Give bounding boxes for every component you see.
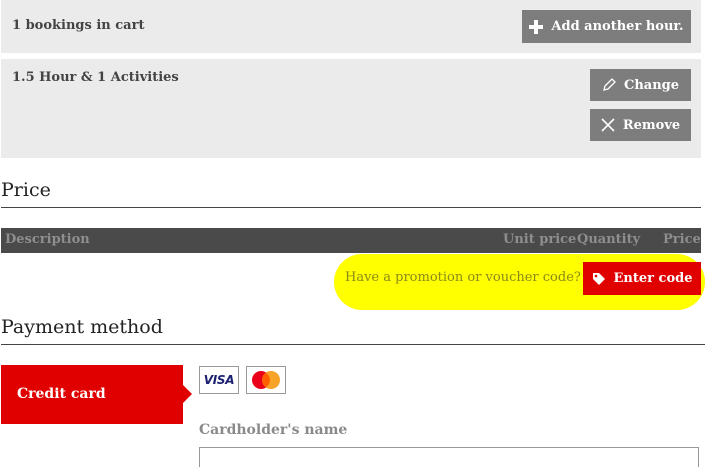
cardholder-name-input[interactable] <box>199 447 699 467</box>
price-heading: Price <box>1 179 51 201</box>
plus-icon <box>529 19 544 34</box>
credit-card-tab-label: Credit card <box>17 386 106 402</box>
change-label: Change <box>623 77 680 93</box>
cardholder-name-label: Cardholder's name <box>199 422 348 438</box>
price-table-header: Description Unit price Quantity Price <box>1 228 701 253</box>
add-another-hour-label: Add another hour. <box>551 19 684 34</box>
remove-label: Remove <box>622 117 681 133</box>
remove-button[interactable]: Remove <box>590 109 691 141</box>
payment-method-heading: Payment method <box>1 316 163 338</box>
column-price: Price <box>663 232 701 247</box>
change-button[interactable]: Change <box>590 69 691 101</box>
cart-count-text: 1 bookings in cart <box>12 18 145 33</box>
tab-pointer <box>183 385 192 403</box>
credit-card-tab[interactable]: Credit card <box>1 365 183 424</box>
price-divider <box>1 207 701 208</box>
enter-code-label: Enter code <box>613 271 693 286</box>
visa-icon: VISA <box>199 366 239 394</box>
column-description: Description <box>5 232 90 247</box>
promo-prompt: Have a promotion or voucher code? <box>345 270 581 285</box>
close-icon <box>601 118 615 132</box>
column-quantity: Quantity <box>577 232 641 247</box>
enter-code-button[interactable]: Enter code <box>583 262 701 295</box>
payment-divider <box>1 344 705 345</box>
pencil-icon <box>602 78 616 92</box>
booking-item-title: 1.5 Hour & 1 Activities <box>12 70 179 85</box>
column-unit-price: Unit price <box>503 232 577 247</box>
mastercard-icon <box>246 366 286 394</box>
tag-icon <box>592 272 606 286</box>
add-another-hour-button[interactable]: Add another hour. <box>522 10 691 43</box>
